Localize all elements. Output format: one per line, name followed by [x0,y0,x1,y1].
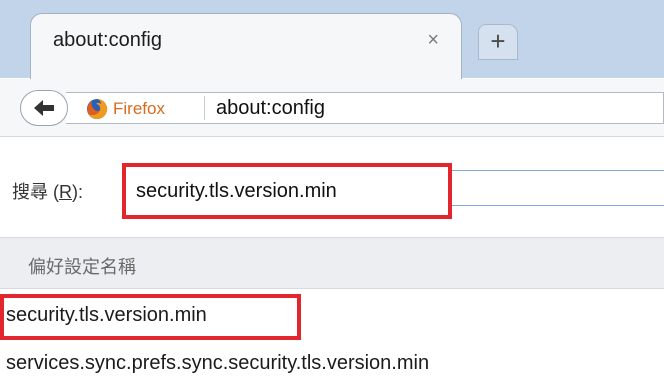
search-label: 搜尋 (R): [12,178,83,204]
back-button[interactable] [20,90,68,126]
navigation-bar: Firefox about:config [0,79,664,137]
tab-strip: about:config × + [0,0,664,79]
plus-icon: + [490,26,506,56]
identity-box[interactable]: Firefox [86,97,165,121]
row-highlight-box [0,294,301,340]
identity-separator [204,96,205,120]
search-input-highlight [122,163,452,219]
search-label-accesskey: R [59,182,72,202]
table-header[interactable]: 偏好設定名稱 [0,237,664,289]
url-text[interactable]: about:config [216,97,325,120]
column-header-preference-name[interactable]: 偏好設定名稱 [28,253,136,279]
table-row[interactable]: services.sync.prefs.sync.security.tls.ve… [0,342,664,382]
search-label-suffix: ): [72,182,83,202]
tab-title: about:config [53,29,162,51]
back-arrow-icon [34,100,54,116]
url-bar[interactable]: Firefox about:config [66,92,664,124]
preference-name: services.sync.prefs.sync.security.tls.ve… [6,352,430,374]
tab-about-config[interactable]: about:config × [30,13,462,79]
firefox-logo-icon [87,98,108,119]
search-label-prefix: 搜尋 ( [12,182,59,202]
close-icon[interactable]: × [427,29,439,52]
search-field-extension [452,170,664,206]
identity-label: Firefox [113,99,165,118]
new-tab-button[interactable]: + [478,24,518,60]
search-input[interactable] [136,177,436,205]
